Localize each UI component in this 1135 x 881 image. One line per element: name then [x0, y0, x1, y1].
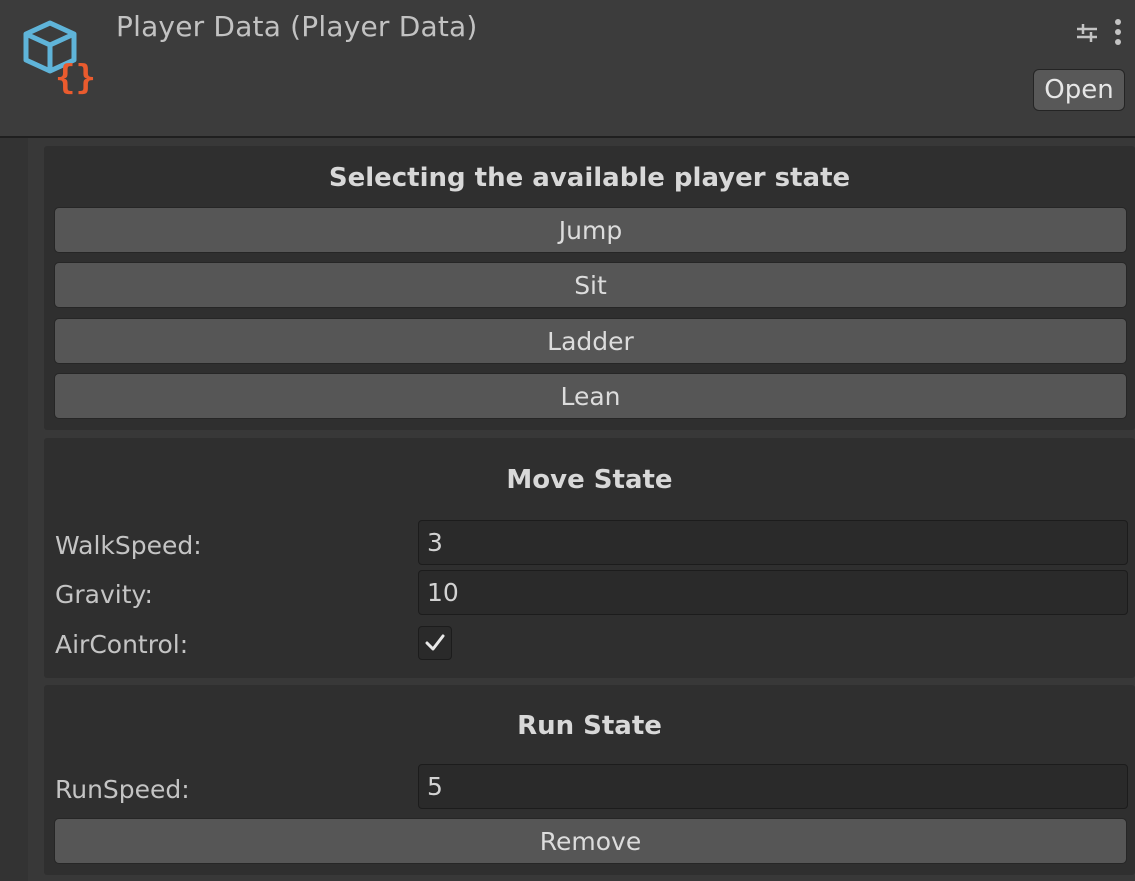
run-speed-label: RunSpeed: — [55, 775, 190, 804]
walk-speed-input[interactable]: 3 — [418, 520, 1128, 565]
svg-text:{}: {} — [55, 58, 96, 98]
settings-sliders-icon[interactable] — [1074, 20, 1100, 46]
air-control-checkbox[interactable] — [418, 626, 452, 660]
gravity-label: Gravity: — [55, 580, 153, 609]
walk-speed-label: WalkSpeed: — [55, 531, 202, 560]
checkmark-icon — [425, 634, 445, 651]
air-control-label: AirControl: — [55, 630, 189, 659]
move-state-title: Move State — [506, 465, 673, 495]
inspector-gutter — [0, 138, 28, 881]
lean-button[interactable]: Lean — [54, 373, 1127, 419]
jump-button[interactable]: Jump — [54, 207, 1127, 253]
sit-button[interactable]: Sit — [54, 262, 1127, 308]
remove-button[interactable]: Remove — [54, 818, 1127, 864]
open-button[interactable]: Open — [1033, 69, 1125, 111]
scriptable-object-icon: {} — [23, 20, 96, 98]
gravity-input[interactable]: 10 — [418, 570, 1128, 615]
inspector-header: {} Player Data (Player Data) Open — [0, 0, 1135, 138]
ladder-button[interactable]: Ladder — [54, 318, 1127, 364]
run-speed-input[interactable]: 5 — [418, 764, 1128, 809]
run-state-title: Run State — [517, 711, 662, 741]
state-selection-title: Selecting the available player state — [328, 163, 851, 193]
vertical-ellipsis-icon[interactable] — [1112, 18, 1124, 46]
asset-title: Player Data (Player Data) — [116, 10, 478, 43]
